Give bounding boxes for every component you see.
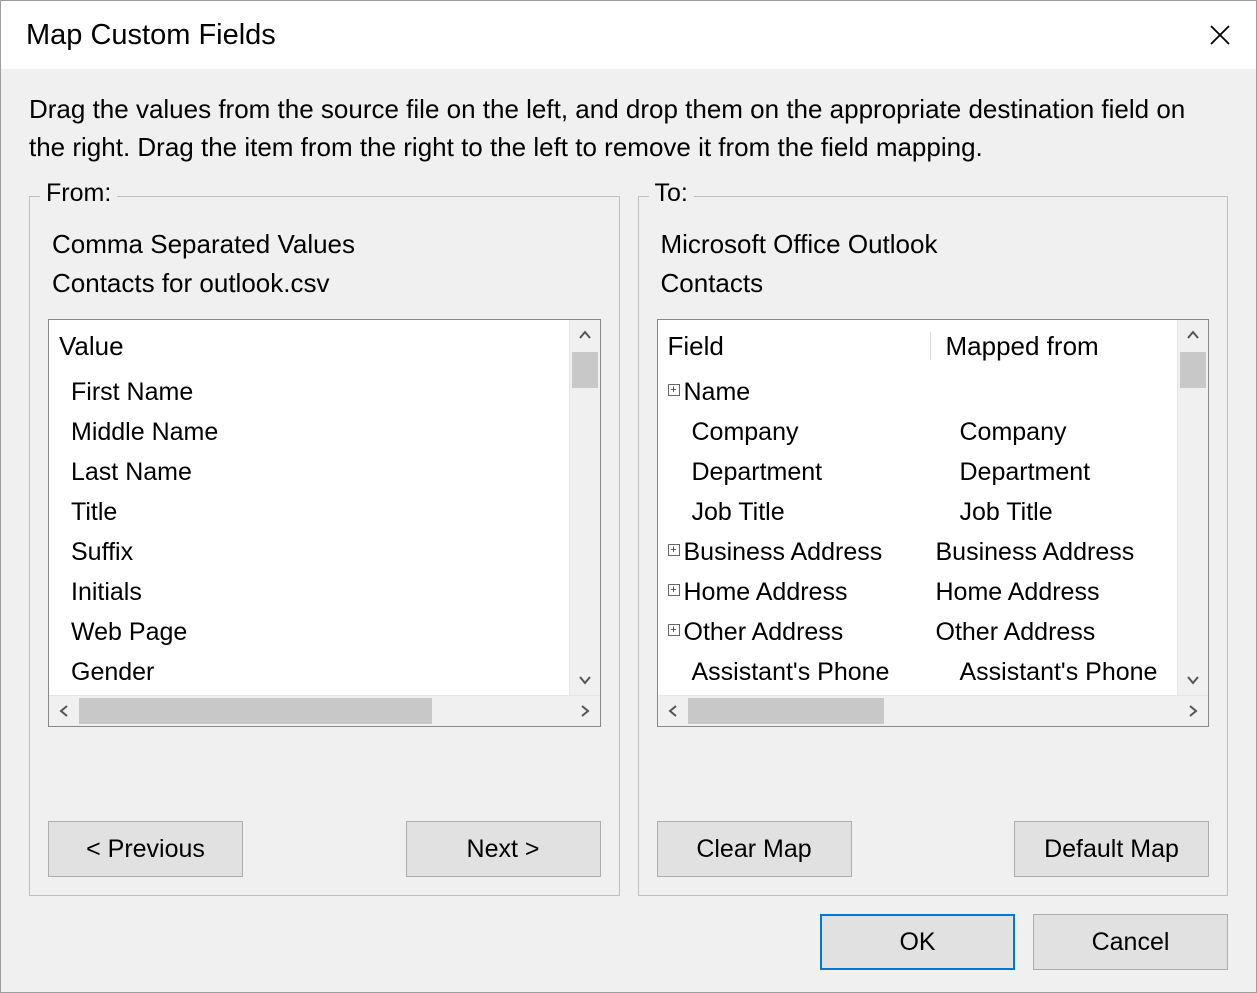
from-list-header[interactable]: Value [49,324,569,368]
map-custom-fields-dialog: Map Custom Fields Drag the values from t… [0,0,1257,993]
list-item[interactable]: Title [49,492,569,532]
from-listbox[interactable]: Value First Name Middle Name Last Name T… [48,319,601,727]
from-item-label: Gender [49,658,154,687]
from-list-rows: Value First Name Middle Name Last Name T… [49,320,569,695]
list-item[interactable]: First Name [49,372,569,412]
to-field-label: Assistant's Phone [658,658,960,687]
tree-item[interactable]: Other Address Other Address [658,612,1178,652]
to-field-label: Company [658,418,960,447]
clear-map-button[interactable]: Clear Map [657,821,852,877]
to-list-rows: Field Mapped from Name [658,320,1178,695]
from-item-label: Suffix [49,538,133,567]
from-horizontal-scrollbar[interactable] [49,695,600,726]
from-item-label: Initials [49,578,142,607]
scroll-thumb[interactable] [79,698,432,724]
from-item-label: Title [49,498,117,527]
scroll-right-icon[interactable] [570,696,600,726]
scroll-thumb[interactable] [688,698,884,724]
from-source-type: Comma Separated Values [48,225,601,264]
to-vertical-scrollbar[interactable] [1177,320,1208,695]
to-target-app: Microsoft Office Outlook [657,225,1210,264]
next-button[interactable]: Next > [406,821,601,877]
to-legend: To: [649,179,694,208]
list-item[interactable]: Initials [49,572,569,612]
to-field-label: Home Address [684,578,848,607]
scroll-left-icon[interactable] [658,696,688,726]
scroll-up-icon[interactable] [1178,320,1208,350]
dialog-footer: OK Cancel [1,896,1256,970]
tree-item[interactable]: Department Department [658,452,1178,492]
tree-item[interactable]: Name [658,372,1178,412]
previous-button[interactable]: < Previous [48,821,243,877]
to-list-header[interactable]: Field Mapped from [658,324,1178,368]
to-mapped-label: Home Address [936,578,1100,607]
from-item-label: Middle Name [49,418,218,447]
to-mapped-label: Job Title [960,498,1053,527]
to-field-label: Department [658,458,960,487]
to-mapped-label: Other Address [936,618,1096,647]
tree-item[interactable]: Job Title Job Title [658,492,1178,532]
to-field-label: Other Address [684,618,844,647]
to-mapped-label: Company [960,418,1067,447]
to-field-label: Business Address [684,538,883,567]
to-mapped-label: Business Address [936,538,1135,567]
from-header-value: Value [49,331,124,362]
scroll-down-icon[interactable] [1178,665,1208,695]
tree-item[interactable]: Business Address Business Address [658,532,1178,572]
dialog-title: Map Custom Fields [26,19,276,52]
to-header-mapped: Mapped from [936,331,1099,362]
close-button[interactable] [1206,21,1234,49]
from-vertical-scrollbar[interactable] [569,320,600,695]
list-item[interactable]: Middle Name [49,412,569,452]
column-divider[interactable] [930,332,931,360]
instructions-text: Drag the values from the source file on … [1,69,1256,176]
scroll-down-icon[interactable] [570,665,600,695]
from-panel: From: Comma Separated Values Contacts fo… [29,196,620,896]
titlebar: Map Custom Fields [1,1,1256,69]
cancel-button[interactable]: Cancel [1033,914,1228,970]
tree-item[interactable]: Home Address Home Address [658,572,1178,612]
expand-icon[interactable] [668,544,680,556]
to-mapped-label: Assistant's Phone [960,658,1158,687]
scroll-up-icon[interactable] [570,320,600,350]
scroll-left-icon[interactable] [49,696,79,726]
to-target-folder: Contacts [657,264,1210,303]
to-horizontal-scrollbar[interactable] [658,695,1209,726]
expand-icon[interactable] [668,384,680,396]
from-legend: From: [40,179,117,208]
to-header-field: Field [658,331,936,362]
from-source-file: Contacts for outlook.csv [48,264,601,303]
list-item[interactable]: Web Page [49,612,569,652]
list-item[interactable]: Gender [49,652,569,692]
from-item-label: Web Page [49,618,187,647]
scroll-thumb[interactable] [1180,352,1206,388]
expand-icon[interactable] [668,624,680,636]
to-listbox[interactable]: Field Mapped from Name [657,319,1210,727]
default-map-button[interactable]: Default Map [1014,821,1209,877]
from-item-label: Last Name [49,458,192,487]
to-field-label: Name [684,378,751,407]
list-item[interactable]: Last Name [49,452,569,492]
scroll-thumb[interactable] [572,352,598,388]
from-item-label: First Name [49,378,193,407]
tree-item[interactable]: Assistant's Phone Assistant's Phone [658,652,1178,692]
expand-icon[interactable] [668,584,680,596]
ok-button[interactable]: OK [820,914,1015,970]
to-mapped-label: Department [960,458,1091,487]
close-icon [1209,24,1231,46]
panels-container: From: Comma Separated Values Contacts fo… [1,196,1256,896]
tree-item[interactable]: Company Company [658,412,1178,452]
to-field-label: Job Title [658,498,960,527]
list-item[interactable]: Suffix [49,532,569,572]
to-panel: To: Microsoft Office Outlook Contacts Fi… [638,196,1229,896]
scroll-right-icon[interactable] [1178,696,1208,726]
